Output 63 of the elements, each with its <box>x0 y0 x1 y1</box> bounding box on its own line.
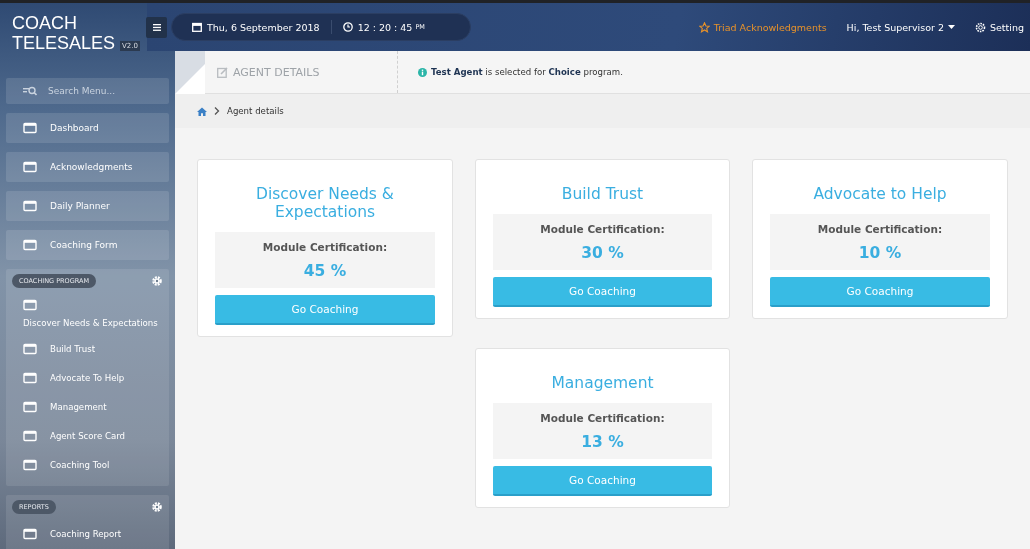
certification-value: 45 % <box>302 262 348 280</box>
settings-link[interactable]: Setting <box>975 21 1024 33</box>
sidebar-item[interactable]: Coaching Tool <box>12 451 163 480</box>
window-icon <box>23 527 37 540</box>
go-coaching-button[interactable]: Go Coaching <box>770 277 990 307</box>
edit-icon <box>217 66 228 78</box>
home-icon <box>197 106 207 116</box>
settings-icon <box>151 501 163 513</box>
sidebar-item[interactable]: Discover Needs & Expectations <box>12 294 163 335</box>
settings-icon <box>151 275 163 287</box>
window-icon <box>23 458 37 471</box>
user-menu[interactable]: Hi, Test Supervisor 2 <box>846 21 955 33</box>
sidebar-item[interactable]: Daily Planner <box>6 191 169 221</box>
card-title: Management <box>550 374 655 392</box>
window-icon <box>23 299 37 311</box>
menu-icon <box>152 23 161 31</box>
sidebar-item[interactable]: Acknowledgments <box>6 152 169 182</box>
star-icon <box>698 21 710 33</box>
caret-icon <box>948 25 955 29</box>
window-icon <box>23 429 37 442</box>
home-link[interactable] <box>197 106 207 116</box>
window-icon <box>23 342 37 355</box>
certification-value: 30 % <box>580 244 625 262</box>
time-text: 12 : 20 : 45 <box>357 21 413 33</box>
window-icon <box>23 122 37 134</box>
window-icon <box>23 239 37 251</box>
window-icon <box>23 400 37 413</box>
menu-button[interactable] <box>146 16 167 38</box>
sidebar-item[interactable]: Coaching Report <box>12 520 163 549</box>
window-icon <box>23 371 37 384</box>
card-title: Discover Needs & Expectations <box>255 185 395 221</box>
acknowledgments-link[interactable]: Triad Acknowledgments <box>698 21 827 33</box>
calendar-icon <box>192 22 202 32</box>
certification-label: Module Certification: <box>539 223 666 235</box>
window-icon <box>23 200 37 212</box>
info-icon <box>418 67 427 77</box>
sidebar-item[interactable]: Management <box>12 393 163 422</box>
go-coaching-button[interactable]: Go Coaching <box>493 277 712 307</box>
app-title: COACH <box>12 13 77 33</box>
certification-label: Module Certification: <box>261 241 389 253</box>
sidebar-item[interactable]: Dashboard <box>6 113 169 143</box>
sidebar-item[interactable]: Coaching Form <box>6 230 169 260</box>
sidebar-item[interactable]: Agent Score Card <box>12 422 163 451</box>
go-coaching-button[interactable]: Go Coaching <box>493 466 712 496</box>
certification-value: 13 % <box>580 433 625 451</box>
card-title: Advocate to Help <box>812 185 948 203</box>
certification-label: Module Certification: <box>539 412 666 424</box>
go-coaching-button[interactable]: Go Coaching <box>215 295 435 325</box>
page-title: AGENT DETAILS <box>205 51 398 93</box>
settings-icon <box>975 21 986 33</box>
sidebar-item[interactable]: Advocate To Help <box>12 364 163 393</box>
date-text: Thu, 6 September 2018 <box>207 21 320 33</box>
chevron-icon <box>214 107 220 115</box>
certification-value: 10 % <box>857 244 903 262</box>
breadcrumb-item: Agent details <box>227 106 284 116</box>
app-title: TELESALES <box>12 33 116 53</box>
window-icon <box>23 161 37 173</box>
clock-icon <box>342 22 353 32</box>
search-icon <box>23 86 37 96</box>
certification-label: Module Certification: <box>816 223 944 235</box>
notice-text: Test Agent is selected for Choice program. <box>431 67 623 77</box>
card-title: Build Trust <box>560 185 645 203</box>
sidebar-item[interactable]: Build Trust <box>12 335 163 364</box>
